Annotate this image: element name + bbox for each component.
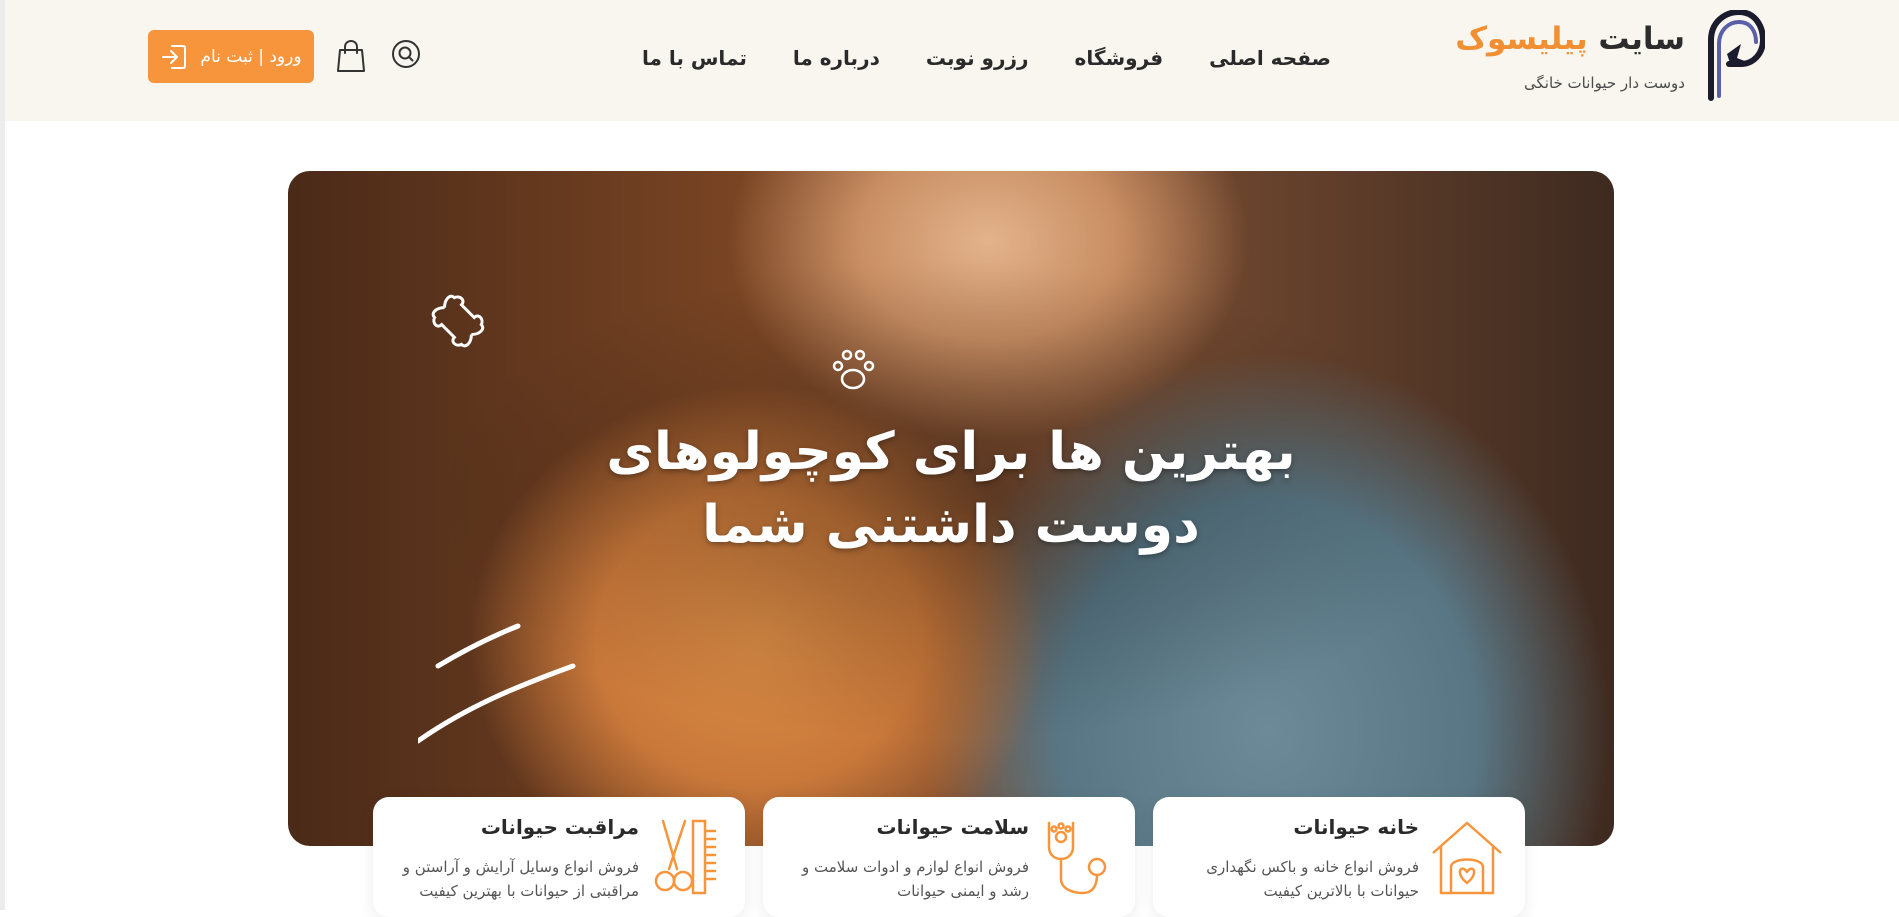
card-title: خانه حیوانات (1293, 815, 1419, 839)
scissors-comb-icon (654, 819, 717, 895)
card-description: فروش انواع وسایل آرایش و آراستن و مراقبت… (402, 858, 639, 900)
site-title: سایت پیلیسوک (1455, 21, 1685, 57)
cart-button[interactable] (335, 38, 367, 74)
card-description: فروش انواع خانه و باکس نگهداری حیوانات ب… (1206, 858, 1419, 900)
paw-print-icon (832, 349, 875, 390)
whisker-lines-icon (418, 623, 576, 744)
site-subtitle: دوست دار حیوانات خانگی (1523, 74, 1685, 92)
card-title: سلامت حیوانات (876, 815, 1029, 839)
card-title: مراقبت حیوانات (480, 815, 639, 839)
left-edge (0, 0, 5, 910)
search-button[interactable] (390, 38, 422, 70)
login-arrow-icon (162, 44, 187, 69)
stethoscope-paw-icon (1047, 821, 1107, 895)
hero-banner: بهترین ها برای کوچولوهای دوست داشتنی شما (288, 171, 1614, 846)
nav-contact[interactable]: تماس با ما (619, 38, 770, 78)
bone-icon (431, 294, 485, 348)
shopping-bag-icon (337, 39, 365, 72)
card-description: فروش انواع لوازم و ادوات سلامت و رشد و ا… (802, 858, 1029, 900)
login-register-label: ورود | ثبت نام (200, 46, 302, 67)
site-header: سایت پیلیسوک دوست دار حیوانات خانگی صفحه… (5, 0, 1899, 121)
hero-title-line2: دوست داشتنی شما (702, 494, 1200, 555)
nav-shop[interactable]: فروشگاه (1052, 38, 1187, 78)
hero-title-line1: بهترین ها برای کوچولوهای (606, 422, 1296, 482)
feature-card-pet-health[interactable]: سلامت حیوانات فروش انواع لوازم و ادوات س… (763, 797, 1135, 917)
logo-mark-icon (1708, 10, 1765, 101)
main-nav: صفحه اصلی فروشگاه رزرو نوبت درباره ما تم… (619, 38, 1354, 78)
pet-house-icon (1432, 821, 1502, 895)
nav-home[interactable]: صفحه اصلی (1186, 38, 1354, 78)
nav-about[interactable]: درباره ما (770, 38, 903, 78)
feature-card-pet-care[interactable]: مراقبت حیوانات فروش انواع وسایل آرایش و … (373, 797, 745, 917)
search-icon (392, 40, 420, 68)
hero-title: بهترین ها برای کوچولوهای دوست داشتنی شما (288, 416, 1614, 562)
nav-booking[interactable]: رزرو نوبت (903, 38, 1052, 78)
feature-card-pet-house[interactable]: خانه حیوانات فروش انواع خانه و باکس نگهد… (1153, 797, 1525, 917)
site-brand: پیلیسوک (1455, 21, 1588, 57)
site-logo[interactable]: سایت پیلیسوک دوست دار حیوانات خانگی (1455, 10, 1765, 105)
login-register-button[interactable]: ورود | ثبت نام (148, 30, 314, 83)
